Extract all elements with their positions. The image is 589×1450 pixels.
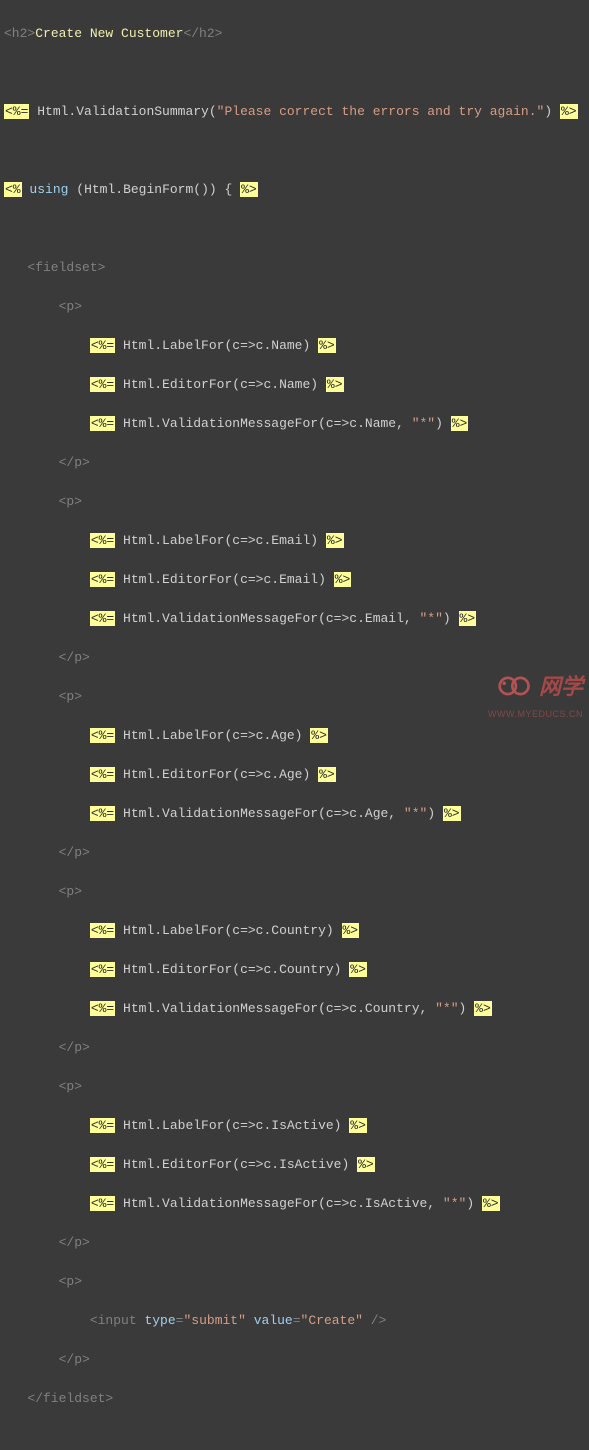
validation-summary-msg: "Please correct the errors and try again… bbox=[217, 104, 545, 119]
input-open: <input bbox=[90, 1313, 137, 1328]
fieldset-close: </fieldset> bbox=[27, 1391, 113, 1406]
validation-summary-call: Html.ValidationSummary bbox=[37, 104, 209, 119]
asp-open: <% bbox=[4, 182, 22, 197]
fieldset-open: <fieldset> bbox=[27, 260, 105, 275]
p-close: </p> bbox=[59, 455, 90, 470]
begin-form-call: Html.BeginForm() bbox=[84, 182, 209, 197]
h2-close-tag: </h2> bbox=[183, 26, 222, 41]
asp-open-eq: <%= bbox=[4, 104, 29, 119]
asp-close: %> bbox=[560, 104, 578, 119]
watermark: 网学 WWW.MYEDUCS.CN bbox=[488, 670, 583, 722]
logo-icon bbox=[497, 671, 533, 701]
watermark-text: 网学 bbox=[539, 670, 583, 703]
p-open: <p> bbox=[59, 299, 82, 314]
code-editor: <h2>Create New Customer</h2> <%= Html.Va… bbox=[0, 0, 589, 1450]
watermark-url: WWW.MYEDUCS.CN bbox=[488, 708, 583, 722]
h2-open-tag: <h2> bbox=[4, 26, 35, 41]
using-keyword: using bbox=[29, 182, 68, 197]
heading-text: Create New Customer bbox=[35, 26, 183, 41]
